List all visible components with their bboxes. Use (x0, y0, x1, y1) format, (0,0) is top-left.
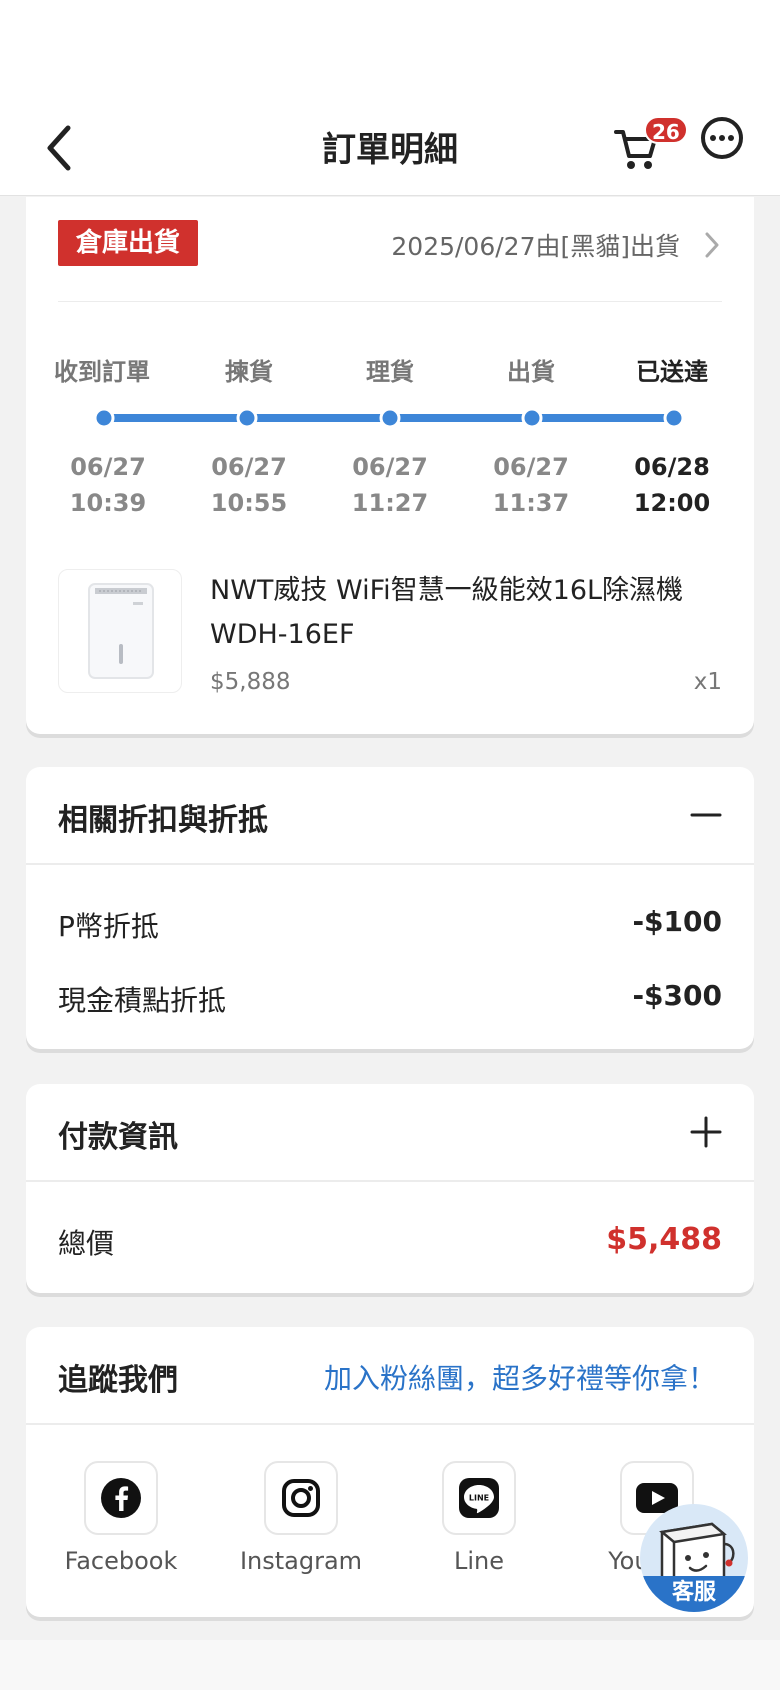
instagram-icon (282, 1479, 320, 1517)
step-time: 10:39 (69, 489, 147, 517)
section-title: 追蹤我們 (58, 1363, 178, 1398)
divider (58, 301, 722, 302)
payment-section-header[interactable]: 付款資訊 (26, 1084, 754, 1182)
product-name: NWT威技 WiFi智慧一級能效16L除濕機WDH-16EF (210, 575, 684, 650)
step-date: 06/27 (352, 453, 428, 481)
step-label: 收到訂單 (54, 358, 150, 386)
step-time-current: 12:00 (633, 489, 711, 517)
step-label: 理貨 (366, 358, 414, 386)
step-time: 11:27 (351, 489, 429, 517)
total-value: $5,488 (606, 1222, 722, 1257)
status-bar (0, 0, 780, 100)
shipment-progress-bar (93, 407, 685, 429)
progress-dot (93, 407, 115, 429)
cart-button[interactable]: 26 (612, 114, 688, 176)
step-date-current: 06/28 (634, 453, 710, 481)
progress-step-labels: 收到訂單 揀貨 理貨 出貨 已送達 (26, 352, 754, 392)
discounts-card: 相關折扣與折抵 P幣折抵 -$100 現金積點折抵 -$300 (26, 767, 754, 1049)
discount-label: 現金積點折抵 (58, 984, 227, 1017)
join-fan-club-link[interactable]: 加入粉絲團，超多好禮等你拿！ (324, 1357, 716, 1397)
product-quantity: x1 (693, 669, 722, 695)
step-date: 06/27 (493, 453, 569, 481)
cart-count-badge: 26 (644, 116, 688, 144)
discount-value: -$100 (632, 905, 722, 938)
order-product-item[interactable]: NWT威技 WiFi智慧一級能效16L除濕機WDH-16EF $5,888 x1 (58, 569, 722, 699)
follow-section-header: 追蹤我們 加入粉絲團，超多好禮等你拿！ (26, 1327, 754, 1425)
top-nav-bar: 訂單明細 26 (0, 100, 780, 196)
more-dots-icon (701, 117, 743, 159)
payment-card: 付款資訊 總價 $5,488 (26, 1084, 754, 1293)
discount-row: 現金積點折抵 -$300 (58, 979, 722, 1019)
product-image[interactable] (58, 569, 182, 693)
total-label: 總價 (58, 1227, 115, 1260)
collapse-minus-icon[interactable] (688, 797, 724, 833)
facebook-button[interactable]: Facebook (46, 1461, 196, 1591)
social-label: Facebook (64, 1547, 178, 1575)
more-options-button[interactable] (700, 116, 744, 160)
discount-label: P幣折抵 (58, 910, 159, 943)
section-title: 付款資訊 (58, 1120, 178, 1155)
discount-value: -$300 (632, 979, 722, 1012)
facebook-icon (101, 1478, 141, 1518)
line-button[interactable]: LINE Line (404, 1461, 554, 1591)
discount-row: P幣折抵 -$100 (58, 905, 722, 945)
shipment-card: 倉庫出貨 2025/06/27由[黑貓]出貨 收到訂單 揀貨 理貨 出貨 已送達… (26, 197, 754, 734)
customer-service-label: 客服 (640, 1576, 748, 1612)
step-time: 11:37 (492, 489, 570, 517)
step-label: 揀貨 (225, 358, 273, 386)
progress-dot (521, 407, 543, 429)
step-date: 06/27 (211, 453, 287, 481)
discounts-section-header[interactable]: 相關折扣與折抵 (26, 767, 754, 865)
shipment-info-link[interactable]: 2025/06/27由[黑貓]出貨 (391, 227, 720, 263)
expand-plus-icon[interactable] (688, 1114, 724, 1150)
chevron-right-icon (705, 232, 719, 258)
section-title: 相關折扣與折抵 (58, 803, 268, 838)
shipment-type-tag: 倉庫出貨 (58, 220, 199, 266)
total-price-row: 總價 $5,488 (58, 1222, 722, 1262)
customer-service-button[interactable]: 客服 (640, 1504, 748, 1612)
social-label: Instagram (239, 1547, 363, 1575)
product-price: $5,888 (210, 669, 291, 695)
line-icon: LINE (459, 1478, 499, 1518)
progress-dot (663, 407, 685, 429)
svg-text:LINE: LINE (469, 1494, 489, 1503)
social-label: Line (453, 1547, 504, 1575)
step-date: 06/27 (70, 453, 146, 481)
step-label: 出貨 (507, 358, 555, 386)
progress-dot (379, 407, 401, 429)
step-label-current: 已送達 (636, 358, 708, 386)
step-time: 10:55 (210, 489, 288, 517)
dehumidifier-image (88, 583, 154, 679)
bottom-safe-area (0, 1640, 780, 1690)
instagram-button[interactable]: Instagram (226, 1461, 376, 1591)
shipment-info-text: 2025/06/27由[黑貓]出貨 (391, 232, 680, 261)
progress-dot (236, 407, 258, 429)
